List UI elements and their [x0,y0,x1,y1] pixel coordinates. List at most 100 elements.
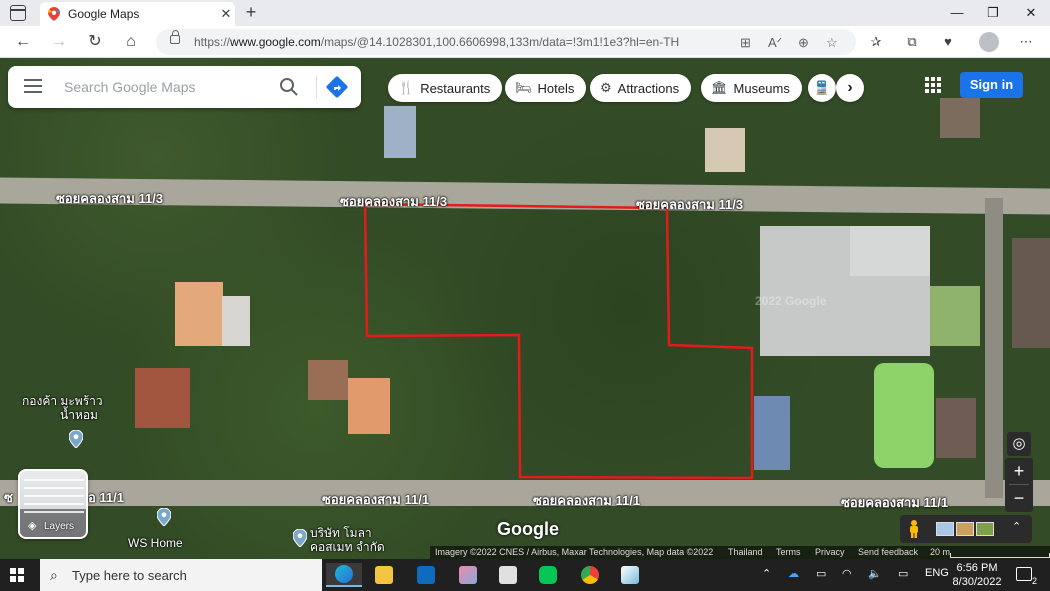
address-bar[interactable]: https://www.google.com/maps/@14.1028301,… [156,29,856,55]
road-label-soi-11-1-far-west-end[interactable]: อ 11/1 [88,487,124,508]
map-thumbnail-terrain[interactable] [956,522,974,536]
language-indicator[interactable]: ENG [925,567,949,579]
search-box [8,66,361,108]
chip-attractions[interactable]: ⚙ Attractions [590,74,692,102]
search-icon[interactable] [278,76,300,98]
satellite-map[interactable]: 2022 Google ซอยคลองสาม 11/3 ซอยคลองสาม 1… [0,58,1050,559]
tab-title: Google Maps [68,7,140,21]
favorite-star-icon[interactable]: ☆ [826,35,838,51]
menu-icon[interactable] [24,79,42,93]
minimize-button[interactable]: — [940,0,974,26]
line-taskbar-icon[interactable] [530,563,566,587]
more-menu-icon[interactable]: ⋯ [1016,32,1036,52]
notification-count: 2 [1031,576,1037,586]
paint-taskbar-icon[interactable] [450,563,486,587]
google-apps-icon[interactable] [925,77,941,93]
battery-icon[interactable]: ▭ [816,567,826,580]
keyboard-icon[interactable]: ▭ [898,567,908,580]
bottom-control-bar: ⌃ [900,515,1032,543]
url-text: https://www.google.com/maps/@14.1028301,… [194,35,680,49]
close-window-button[interactable]: ✕ [1014,0,1048,26]
fork-knife-icon: 🍴 [398,80,415,95]
outlook-taskbar-icon[interactable] [408,563,444,587]
forward-button[interactable]: → [46,30,72,54]
road-label-soi-11-1-far-west-start[interactable]: ซ [4,487,13,508]
reload-button[interactable]: ↻ [82,30,108,54]
windows-taskbar: ⌕ Type here to search ⌃ ☁ ▭ ◠ 🔈 ▭ ENG 6:… [0,559,1050,591]
imagery-watermark: 2022 Google [755,294,827,308]
poi-label-coconut-shop[interactable]: กองค้า มะพร้าว น้ำหอม [22,394,103,422]
search-input[interactable] [64,76,264,98]
chip-transit[interactable]: 🚆 [808,74,836,102]
map-pin-icon[interactable] [157,508,171,526]
notification-icon[interactable]: 2 [1016,567,1037,586]
road-label-soi-11-3-east[interactable]: ซอยคลองสาม 11/3 [636,194,743,215]
scale-label[interactable]: 20 m [930,547,950,557]
browser-toolbar: ← → ↻ ⌂ https://www.google.com/maps/@14.… [0,26,1050,58]
chip-hotels[interactable]: 🛏 Hotels [505,74,587,102]
bed-icon: 🛏 [515,80,532,95]
onedrive-icon[interactable]: ☁ [788,567,799,580]
chips-next-button[interactable]: › [836,74,864,102]
zoom-out-button[interactable]: − [1005,485,1033,511]
privacy-link[interactable]: Privacy [815,547,845,557]
new-tab-button[interactable]: + [240,2,262,24]
road-label-soi-11-1-west[interactable]: ซอยคลองสาม 11/1 [322,489,429,510]
snipping-taskbar-icon[interactable] [490,563,526,587]
chrome-taskbar-icon[interactable] [572,563,608,587]
home-icon[interactable]: ⌂ [118,30,144,54]
system-clock[interactable]: 6:56 PM 8/30/2022 [948,561,1006,589]
maximize-button[interactable]: ❐ [976,0,1010,26]
file-explorer-taskbar-icon[interactable] [366,563,402,587]
health-icon[interactable]: ♥ [938,32,958,52]
favorites-icon[interactable]: ✰ [866,32,886,52]
directions-icon[interactable] [325,75,349,99]
poi-label-mola-cosmetics[interactable]: บริษัท โมลา คอสเมท จำกัด [310,526,385,554]
browser-tab-bar: Google Maps ✕ + — ❐ ✕ [0,0,1050,26]
read-aloud-icon[interactable]: Aᐟ [768,35,782,51]
imagery-attribution: Imagery ©2022 CNES / Airbus, Maxar Techn… [435,547,714,557]
train-icon: 🚆 [813,80,831,95]
zoom-icon[interactable]: ⊕ [798,35,809,51]
layers-label: Layers [44,521,75,532]
volume-icon[interactable]: 🔈 [868,567,882,580]
profile-avatar[interactable] [979,32,999,52]
chip-museums[interactable]: 🏛 Museums [701,74,802,102]
chip-restaurants[interactable]: 🍴 Restaurants [388,74,503,102]
road-label-soi-11-3-center[interactable]: ซอยคลองสาม 11/3 [340,191,447,212]
camera-icon: ⚙ [600,80,612,95]
layers-button[interactable]: ◈ Layers [18,469,88,539]
app-available-icon[interactable]: ⊞ [740,35,751,51]
back-button[interactable]: ← [10,30,36,54]
road-label-soi-11-1-center[interactable]: ซอยคลองสาม 11/1 [533,490,640,511]
chevron-right-icon: › [847,79,853,96]
pegman-icon[interactable] [908,520,920,538]
show-hidden-icons-icon[interactable]: ⌃ [762,567,771,580]
taskbar-search-box[interactable]: ⌕ Type here to search [40,559,322,591]
poi-label-line: คอสเมท จำกัด [310,540,385,554]
map-pin-icon[interactable] [293,529,307,547]
road-label-soi-11-1-east[interactable]: ซอยคลองสาม 11/1 [841,492,948,513]
road-label-soi-11-3-west[interactable]: ซอยคลองสาม 11/3 [56,188,163,209]
map-thumbnail-satellite[interactable] [976,522,994,536]
windows-start-icon[interactable] [10,568,24,582]
poi-label-line: น้ำหอม [60,408,98,422]
tab-actions-icon[interactable] [10,5,26,21]
map-pin-icon[interactable] [69,430,83,448]
collections-icon[interactable]: ⧉ [902,32,922,52]
my-location-icon[interactable]: ◎ [1007,432,1031,456]
poi-label-ws-home[interactable]: WS Home [128,536,183,550]
paint3d-taskbar-icon[interactable] [612,563,648,587]
edge-taskbar-icon[interactable] [326,563,362,587]
send-feedback-link[interactable]: Send feedback [858,547,918,557]
sign-in-button[interactable]: Sign in [960,72,1023,98]
tab-close-icon[interactable]: ✕ [217,6,235,22]
tab-google-maps[interactable]: Google Maps ✕ [40,2,235,26]
poi-label-line: กองค้า มะพร้าว [22,394,103,408]
country-label[interactable]: Thailand [728,547,763,557]
zoom-in-button[interactable]: + [1005,458,1033,484]
expand-icon[interactable]: ⌃ [1012,520,1021,533]
wifi-icon[interactable]: ◠ [842,567,852,580]
terms-link[interactable]: Terms [776,547,801,557]
map-thumbnail-default[interactable] [936,522,954,536]
